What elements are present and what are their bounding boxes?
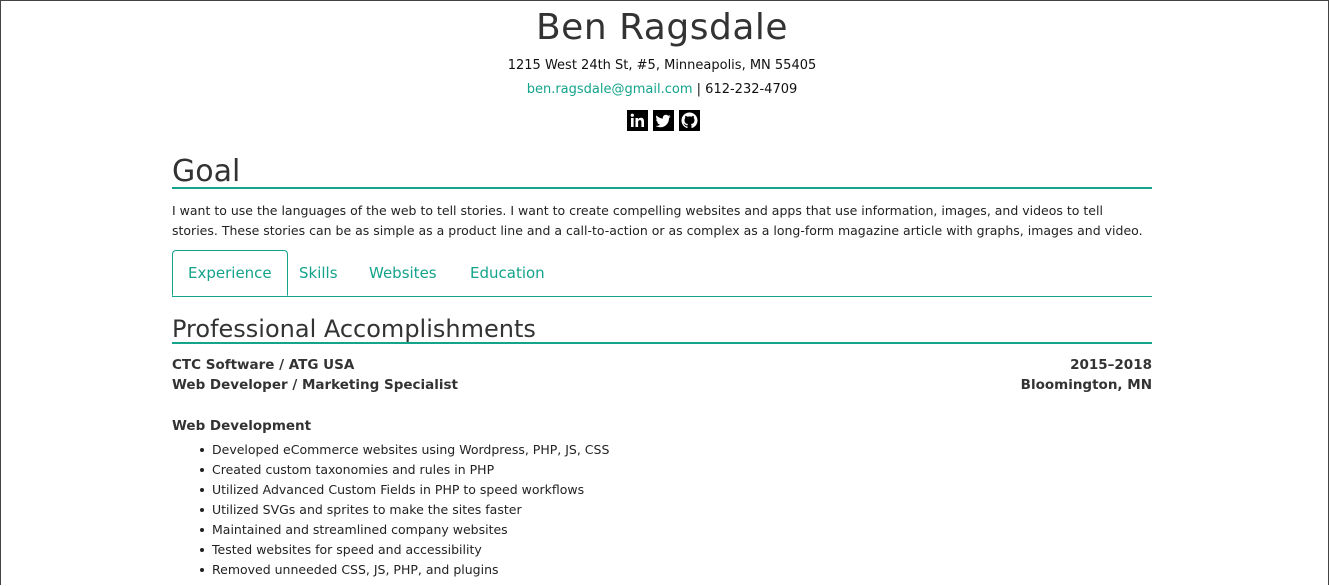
job-role: Web Developer / Marketing Specialist [172, 377, 459, 393]
tab-skills[interactable]: Skills [299, 250, 338, 296]
page-title: Ben Ragsdale [535, 7, 789, 48]
list-item: Utilized SVGs and sprites to make the si… [199, 500, 609, 520]
tab-experience[interactable]: Experience [172, 250, 288, 296]
goal-text: I want to use the languages of the web t… [172, 203, 1143, 238]
phone-text: 612-232-4709 [705, 82, 798, 97]
subsection-heading: Web Development [172, 418, 312, 434]
goal-heading: Goal [172, 154, 241, 189]
tab-websites[interactable]: Websites [369, 250, 437, 296]
twitter-icon[interactable] [653, 110, 674, 131]
github-icon[interactable] [679, 110, 700, 131]
accomplishment-list: Developed eCommerce websites using Wordp… [199, 440, 609, 580]
contact-separator: | [692, 82, 706, 97]
list-item: Maintained and streamlined company websi… [199, 520, 609, 540]
list-item: Created custom taxonomies and rules in P… [199, 460, 609, 480]
job-location: Bloomington, MN [1020, 377, 1152, 393]
tab-education[interactable]: Education [470, 250, 545, 296]
job-dates: 2015–2018 [1070, 357, 1152, 373]
job-role-row: Web Developer / Marketing Specialist Blo… [172, 375, 1152, 395]
section-tabs: Experience Skills Websites Education [172, 250, 1152, 297]
email-link[interactable]: ben.ragsdale@gmail.com [527, 82, 693, 97]
goal-divider [172, 187, 1152, 189]
list-item: Tested websites for speed and accessibil… [199, 540, 609, 560]
list-item: Utilized Advanced Custom Fields in PHP t… [199, 480, 609, 500]
job-company-row: CTC Software / ATG USA 2015–2018 [172, 355, 1152, 375]
linkedin-icon[interactable] [627, 110, 648, 131]
social-links [627, 110, 700, 131]
contact-line: ben.ragsdale@gmail.com | 612-232-4709 [0, 81, 1324, 99]
accomplishments-heading: Professional Accomplishments [172, 315, 536, 343]
accomplishments-divider [172, 342, 1152, 344]
list-item: Removed unneeded CSS, JS, PHP, and plugi… [199, 560, 609, 580]
list-item: Developed eCommerce websites using Wordp… [199, 440, 609, 460]
address-text: 1215 West 24th St, #5, Minneapolis, MN 5… [507, 58, 817, 73]
job-company: CTC Software / ATG USA [172, 357, 355, 373]
